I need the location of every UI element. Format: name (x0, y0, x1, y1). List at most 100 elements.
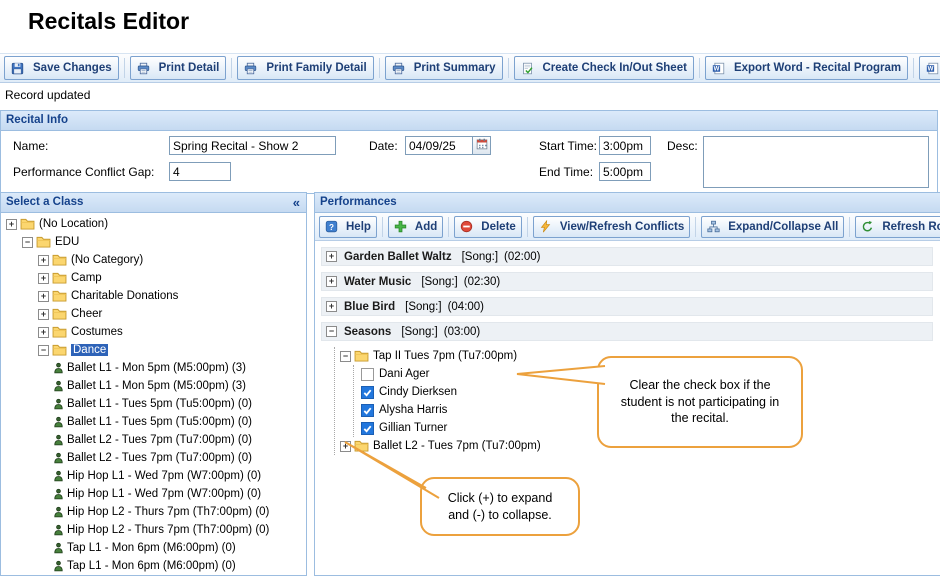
save-changes-button[interactable]: Save Changes (4, 56, 119, 80)
student-checkbox[interactable] (361, 403, 374, 417)
folder-icon (20, 218, 35, 230)
class-icon (54, 470, 63, 482)
student-name: Gillian Turner (379, 422, 448, 434)
class-icon (54, 362, 63, 374)
date-picker-button[interactable] (473, 136, 491, 155)
expand-toggle-icon[interactable]: + (38, 272, 49, 284)
end-time-input[interactable] (599, 162, 651, 181)
class-tree-item[interactable]: Hip Hop L1 - Wed 7pm (W7:00pm) (0) (1, 485, 306, 503)
class-icon (54, 380, 63, 392)
performance-row[interactable]: − Seasons [Song:] (03:00) (321, 322, 933, 341)
button-label: Expand/Collapse All (728, 220, 839, 233)
end-time-label: End Time: (539, 165, 594, 179)
tree-item-label: Ballet L1 - Tues 5pm (Tu5:00pm) (0) (67, 398, 252, 410)
folder-icon (52, 272, 67, 284)
performances-toolbar: ? Help Add Delete View/Refresh Conflicts Expa… (315, 213, 940, 241)
collapse-toggle-icon[interactable]: − (326, 326, 337, 337)
button-label: Print Family Detail (266, 62, 367, 74)
class-tree-item[interactable]: Ballet L2 - Tues 7pm (Tu7:00pm) (0) (1, 431, 306, 449)
start-time-input[interactable] (599, 136, 651, 155)
toolbar-separator (913, 58, 915, 78)
folder-tree-item[interactable]: + (No Location) (1, 215, 306, 233)
button-label: Export Word - Recital Program (733, 62, 902, 74)
class-tree-item[interactable]: Tap L1 - Mon 6pm (M6:00pm) (0) (1, 539, 306, 557)
folder-icon (354, 350, 369, 362)
start-time-label: Start Time: (539, 139, 598, 153)
callout-checkbox-note-text: Clear the check box if the student is no… (620, 377, 780, 426)
expand-toggle-icon[interactable]: + (38, 326, 49, 338)
button-label: Save Changes (33, 62, 112, 74)
name-input[interactable] (169, 136, 336, 155)
collapse-toggle-icon[interactable]: − (340, 350, 351, 362)
select-class-panel: Select a Class « + (No Location) − EDU + (No … (0, 192, 307, 576)
main-toolbar: Save Changes Print Detail Print Family Det… (0, 53, 940, 83)
print-icon (137, 62, 150, 75)
expand-toggle-icon[interactable]: + (38, 308, 49, 320)
folder-icon (52, 254, 67, 266)
expand-toggle-icon[interactable]: + (326, 251, 337, 262)
delete-button[interactable]: Delete (454, 215, 522, 238)
class-tree-item[interactable]: Ballet L1 - Tues 5pm (Tu5:00pm) (0) (1, 413, 306, 431)
student-checkbox[interactable] (361, 385, 374, 399)
class-icon (54, 506, 63, 518)
print-summary-button[interactable]: Print Summary (384, 56, 503, 80)
class-tree-item[interactable]: Hip Hop L1 - Wed 7pm (W7:00pm) (0) (1, 467, 306, 485)
class-icon (54, 434, 63, 446)
expand-toggle-icon[interactable]: + (326, 301, 337, 312)
class-icon (54, 560, 63, 572)
svg-text:W: W (928, 65, 934, 72)
name-label: Name: (13, 139, 49, 153)
class-tree-item[interactable]: Ballet L1 - Mon 5pm (M5:00pm) (3) (1, 359, 306, 377)
folder-tree-item[interactable]: + (No Category) (1, 251, 306, 269)
collapse-toggle-icon[interactable]: − (38, 344, 49, 356)
tree-item-label: Ballet L1 - Mon 5pm (M5:00pm) (3) (67, 362, 246, 374)
expand-toggle-icon[interactable]: + (326, 276, 337, 287)
refresh-rosters-button[interactable]: Refresh Rosters (855, 215, 940, 238)
add-button[interactable]: Add (387, 215, 444, 238)
folder-tree-item[interactable]: − Dance (1, 341, 306, 359)
collapse-toggle-icon[interactable]: − (22, 236, 33, 248)
student-checkbox[interactable] (361, 367, 374, 381)
folder-tree-item[interactable]: + Costumes (1, 323, 306, 341)
clipped-toolbar-button[interactable]: W (919, 56, 940, 80)
help-button[interactable]: ? Help (319, 215, 377, 238)
button-label: Print Summary (413, 62, 496, 74)
student-checkbox[interactable] (361, 421, 374, 435)
folder-tree-item[interactable]: + Camp (1, 269, 306, 287)
class-tree-item[interactable]: Ballet L1 - Mon 5pm (M5:00pm) (3) (1, 377, 306, 395)
class-tree-item[interactable]: Ballet L2 - Tues 7pm (Tu7:00pm) (0) (1, 449, 306, 467)
conflicts-icon (539, 220, 552, 233)
add-icon (394, 220, 407, 233)
export-word-recital-program-button[interactable]: W Export Word - Recital Program (704, 56, 909, 80)
create-check-in-out-sheet-button[interactable]: Create Check In/Out Sheet (513, 56, 694, 80)
folder-tree-item[interactable]: + Charitable Donations (1, 287, 306, 305)
toolbar-separator (698, 58, 700, 78)
desc-textarea[interactable] (703, 136, 929, 188)
class-tree-item[interactable]: Hip Hop L2 - Thurs 7pm (Th7:00pm) (0) (1, 521, 306, 539)
performance-row[interactable]: + Blue Bird [Song:] (04:00) (321, 297, 933, 316)
tree-item-label: Hip Hop L2 - Thurs 7pm (Th7:00pm) (0) (67, 506, 270, 518)
folder-tree-item[interactable]: + Cheer (1, 305, 306, 323)
button-label: Print Detail (158, 62, 220, 74)
performances-header: Performances (315, 193, 940, 213)
toolbar-separator (695, 216, 697, 237)
expand-toggle-icon[interactable]: + (38, 254, 49, 266)
print-family-detail-button[interactable]: Print Family Detail (237, 56, 374, 80)
date-input[interactable] (405, 136, 473, 155)
page-title: Recitals Editor (28, 8, 190, 34)
class-tree-item[interactable]: Ballet L1 - Tues 5pm (Tu5:00pm) (0) (1, 395, 306, 413)
class-tree-item[interactable]: Tap L1 - Mon 6pm (M6:00pm) (0) (1, 557, 306, 575)
conflict-gap-input[interactable] (169, 162, 231, 181)
svg-text:?: ? (329, 223, 334, 232)
expand-toggle-icon[interactable]: + (6, 218, 17, 230)
performance-row[interactable]: + Water Music [Song:] (02:30) (321, 272, 933, 291)
performance-row[interactable]: + Garden Ballet Waltz [Song:] (02:00) (321, 247, 933, 266)
expand-collapse-all-button[interactable]: Expand/Collapse All (701, 215, 845, 238)
view-refresh-conflicts-button[interactable]: View/Refresh Conflicts (532, 215, 691, 238)
collapse-panel-button[interactable]: « (293, 196, 300, 209)
folder-tree-item[interactable]: − EDU (1, 233, 306, 251)
callout-expand-tail (344, 441, 440, 499)
print-detail-button[interactable]: Print Detail (129, 56, 227, 80)
class-tree-item[interactable]: Hip Hop L2 - Thurs 7pm (Th7:00pm) (0) (1, 503, 306, 521)
expand-toggle-icon[interactable]: + (38, 290, 49, 302)
